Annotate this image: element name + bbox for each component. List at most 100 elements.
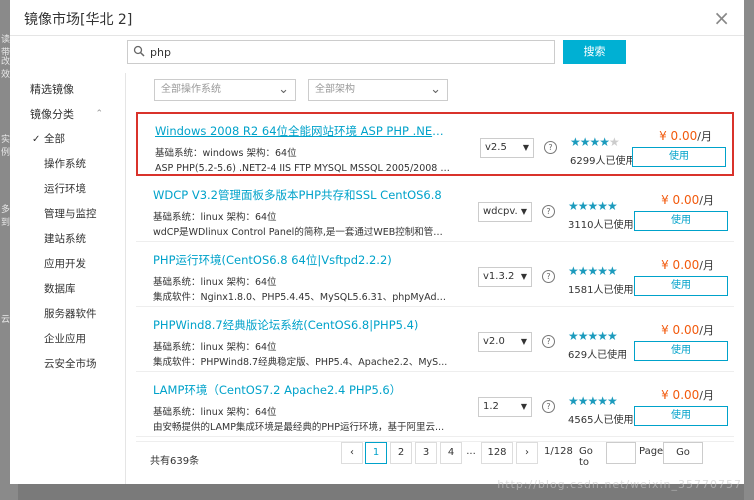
price-unit: /月 [699,194,714,207]
sidebar-item-label: 云安全市场 [44,358,97,370]
search-button[interactable]: 搜索 [563,40,626,64]
page-button[interactable]: 4 [440,442,462,464]
version-select[interactable]: v2.0 ▼ [478,332,532,352]
image-list: Windows 2008 R2 64位全能网站环境 ASP PHP .NET I… [136,108,734,441]
image-meta: 基础系统：linux 架构：64位 [153,407,277,418]
use-button[interactable]: 使用 [632,147,726,167]
watermark: http://blog.csdn.net/weixin_35770757 [497,478,742,491]
version-select[interactable]: 1.2 ▼ [478,397,532,417]
sidebar-item-database[interactable]: 数据库 [10,277,125,302]
image-name-link[interactable]: PHP运行环境(CentOS6.8 64位|Vsftpd2.2.2) [153,252,392,268]
price-unit: /月 [699,324,714,337]
image-name-link[interactable]: PHPWind8.7经典版论坛系统(CentOS6.8|PHP5.4) [153,317,418,333]
price-value: ¥ 0.00 [659,129,698,143]
goto-page-input[interactable] [606,442,636,464]
pagination-bar: 共有639条 ‹ 1 2 3 4 ... 128 › 1/128 Go to P… [136,441,734,471]
sidebar-item-app-dev[interactable]: 应用开发 [10,252,125,277]
sidebar-item-label: 管理与监控 [44,208,97,220]
usage-count: 3110人已使用 [568,220,634,231]
page-label: Page [639,446,664,457]
sidebar-item-label: 服务器软件 [44,308,97,320]
help-icon[interactable]: ? [544,141,557,154]
list-item: PHP运行环境(CentOS6.8 64位|Vsftpd2.2.2) 基础系统：… [136,243,734,307]
help-icon[interactable]: ? [542,335,555,348]
page-button[interactable]: 1 [365,442,387,464]
check-icon: ✓ [32,134,41,145]
use-button[interactable]: 使用 [634,341,728,361]
help-icon[interactable]: ? [542,270,555,283]
image-software: 由安畅提供的LAMP集成环境是最经典的PHP运行环境，基于阿里云... [153,422,445,433]
sidebar-item-runtime[interactable]: 运行环境 [10,177,125,202]
sidebar-item-cloud-security[interactable]: 云安全市场 [10,352,125,377]
search-input[interactable] [150,41,540,63]
page-button[interactable]: 2 [390,442,412,464]
image-software: ASP PHP(5.2-5.6) .NET2-4 IIS FTP MYSQL M… [155,163,450,174]
chevron-down-icon: ▼ [520,272,527,281]
version-value: v2.0 [483,336,505,347]
image-software: 集成软件：PHPWind8.7经典稳定版、PHP5.4、Apache2.2、My… [153,357,448,368]
page-button[interactable]: 128 [481,442,513,464]
image-meta: 基础系统：linux 架构：64位 [153,342,277,353]
help-icon[interactable]: ? [542,205,555,218]
sidebar-item-server-software[interactable]: 服务器软件 [10,302,125,327]
list-item: WDCP V3.2管理面板多版本PHP共存和SSL CentOS6.8 基础系统… [136,178,734,242]
sidebar-item-categories[interactable]: 镜像分类 ⌃ [10,102,125,127]
help-icon[interactable]: ? [542,400,555,413]
sidebar-item-featured[interactable]: 精选镜像 [10,77,125,102]
prev-page-button[interactable]: ‹ [341,442,363,464]
sidebar-item-all[interactable]: ✓ 全部 [10,127,125,152]
version-select[interactable]: wdcpv. ▼ [478,202,532,222]
rating-stars: ★★★★★ [568,199,618,213]
image-meta: 基础系统：linux 架构：64位 [153,212,277,223]
price: ¥ 0.00/月 [661,192,714,208]
sidebar-item-label: 应用开发 [44,258,86,270]
sidebar-item-label: 数据库 [44,283,76,295]
version-select[interactable]: v1.3.2 ▼ [478,267,532,287]
chevron-down-icon: ▼ [522,143,529,152]
sidebar-item-label: 精选镜像 [30,83,74,96]
price: ¥ 0.00/月 [661,322,714,338]
arch-filter-select[interactable]: 全部架构 ⌄ [308,79,448,101]
image-meta: 基础系统：linux 架构：64位 [153,277,277,288]
rating-stars: ★★★★★ [570,135,620,149]
list-item: LAMP环境（CentOS7.2 Apache2.4 PHP5.6） 基础系统：… [136,373,734,437]
list-item: PHPWind8.7经典版论坛系统(CentOS6.8|PHP5.4) 基础系统… [136,308,734,372]
category-sidebar: 精选镜像 镜像分类 ⌃ ✓ 全部 操作系统 运行环境 管理与监控 建站系统 应用开发… [10,73,126,484]
usage-count: 4565人已使用 [568,415,634,426]
dialog-title-bar: 镜像市场[华北 2] × [10,0,744,36]
background-snippet: 云 [1,315,11,325]
background-right-strip [744,0,754,500]
use-button[interactable]: 使用 [634,406,728,426]
rating-stars: ★★★★★ [568,264,618,278]
price-value: ¥ 0.00 [661,258,700,272]
use-button[interactable]: 使用 [634,276,728,296]
close-icon[interactable]: × [713,6,730,30]
image-market-dialog: 镜像市场[华北 2] × 搜索 精选镜像 镜像分类 ⌃ ✓全部 操作系统 运行环境… [10,0,744,484]
image-name-link[interactable]: WDCP V3.2管理面板多版本PHP共存和SSL CentOS6.8 [153,187,442,203]
sidebar-item-label: 操作系统 [44,158,86,170]
chevron-up-icon: ⌃ [95,109,103,119]
next-page-button[interactable]: › [516,442,538,464]
use-button[interactable]: 使用 [634,211,728,231]
chevron-down-icon: ⌄ [278,82,289,97]
go-button[interactable]: Go [663,442,703,464]
image-name-link[interactable]: LAMP环境（CentOS7.2 Apache2.4 PHP5.6） [153,382,401,398]
sidebar-item-monitoring[interactable]: 管理与监控 [10,202,125,227]
image-meta: 基础系统：windows 架构：64位 [155,148,297,159]
page-button[interactable]: 3 [415,442,437,464]
sidebar-item-enterprise[interactable]: 企业应用 [10,327,125,352]
sidebar-item-site-builder[interactable]: 建站系统 [10,227,125,252]
version-select[interactable]: v2.5 ▼ [480,138,534,158]
price: ¥ 0.00/月 [661,257,714,273]
version-value: 1.2 [483,401,499,412]
price-value: ¥ 0.00 [661,388,700,402]
page-ellipsis: ... [466,446,476,457]
dialog-title: 镜像市场[华北 2] [24,12,133,28]
sidebar-item-label: 镜像分类 [30,108,74,121]
os-filter-select[interactable]: 全部操作系统 ⌄ [154,79,296,101]
image-name-link[interactable]: Windows 2008 R2 64位全能网站环境 ASP PHP .NET I… [155,123,450,139]
total-count: 共有639条 [150,456,200,467]
search-box[interactable] [127,40,555,64]
sidebar-item-label: 全部 [44,133,65,145]
sidebar-item-os[interactable]: 操作系统 [10,152,125,177]
